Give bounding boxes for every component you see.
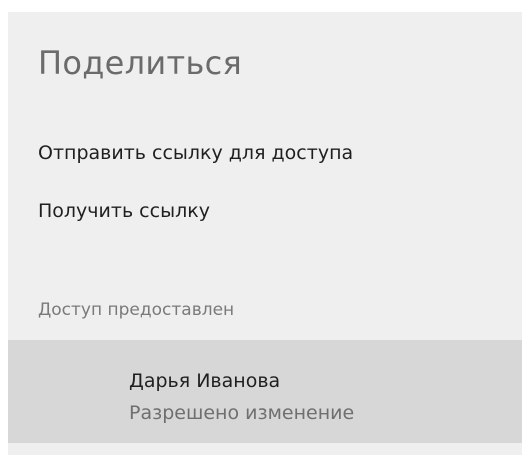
shared-user-permission: Разрешено изменение: [129, 402, 355, 424]
share-panel: Поделиться Отправить ссылку для доступа …: [8, 12, 522, 455]
shared-user-item[interactable]: Дарья Иванова Разрешено изменение: [8, 340, 522, 443]
panel-title: Поделиться: [38, 44, 243, 82]
get-link-button[interactable]: Получить ссылку: [38, 200, 210, 222]
send-access-link-button[interactable]: Отправить ссылку для доступа: [38, 142, 353, 164]
shared-user-name: Дарья Иванова: [129, 370, 281, 392]
shared-with-section-label: Доступ предоставлен: [38, 300, 235, 320]
